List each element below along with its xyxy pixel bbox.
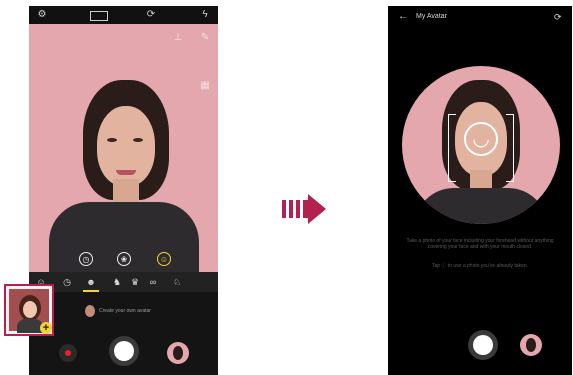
avatar-icon[interactable]: ☻	[85, 276, 97, 288]
next-step-arrow-icon	[282, 194, 326, 224]
cat-icon[interactable]: ♞	[111, 276, 123, 288]
camera-preview: ⊥ ✎ ▦	[29, 24, 218, 272]
back-arrow-icon[interactable]: ←	[398, 12, 408, 22]
subject-eye	[107, 138, 117, 142]
face-capture-circle: ◡	[402, 66, 560, 224]
face-frame-right	[506, 114, 514, 182]
settings-icon[interactable]: ⚙	[36, 9, 48, 21]
add-icon[interactable]: +	[40, 322, 52, 334]
smiley-icon: ◡	[464, 122, 498, 156]
ratio-icon[interactable]	[90, 11, 108, 21]
avatar-icon	[85, 305, 95, 317]
record-button[interactable]	[59, 344, 77, 362]
smiley-icon[interactable]: ☺	[157, 252, 171, 266]
shutter-button[interactable]	[109, 336, 139, 366]
level-icon[interactable]: ⊥	[172, 32, 184, 44]
subject-mouth	[116, 170, 136, 175]
timer-icon[interactable]: ◷	[61, 276, 73, 288]
switch-camera-icon[interactable]: ⟳	[145, 9, 157, 21]
gallery-thumbnail[interactable]	[520, 334, 542, 356]
create-avatar-row[interactable]: Create your own avatar	[85, 304, 151, 318]
create-avatar-card[interactable]: +	[4, 284, 54, 336]
timer-icon[interactable]: ◷	[79, 252, 93, 266]
page-title: My Avatar	[416, 13, 447, 20]
my-avatar-screen: ← My Avatar ⟳ ◡ Take a photo of your fac…	[388, 6, 572, 375]
dog-icon[interactable]: ♘	[171, 276, 183, 288]
shutter-button[interactable]	[468, 330, 498, 360]
crown-icon[interactable]: ♛	[129, 276, 141, 288]
camera-screen: ⚙ ⟳ ϟ ⊥ ✎ ▦ ◷ ❀ ☺ ☺ ◷ ☻ ♞ ♛ ∞ ♘ Create y…	[29, 6, 218, 375]
bottom-panel: Create your own avatar	[29, 292, 218, 375]
sticker-bar: ☺ ◷ ☻ ♞ ♛ ∞ ♘	[29, 272, 218, 292]
instruction-text: Tap ⓘ to use a photo you've already take…	[431, 263, 529, 269]
instruction-text: Take a photo of your face including your…	[406, 238, 554, 250]
create-avatar-label: Create your own avatar	[99, 308, 151, 314]
face-frame-left	[448, 114, 456, 182]
header: ← My Avatar ⟳	[388, 6, 572, 28]
grid-icon[interactable]: ▦	[199, 80, 211, 92]
camera-top-bar: ⚙ ⟳ ϟ	[29, 6, 218, 24]
switch-camera-icon[interactable]: ⟳	[554, 12, 564, 22]
edit-icon[interactable]: ✎	[199, 32, 211, 44]
gallery-thumbnail[interactable]	[167, 342, 189, 364]
subject-eye	[133, 138, 143, 142]
flash-off-icon[interactable]: ϟ	[199, 9, 211, 21]
effects-icon[interactable]: ❀	[117, 252, 131, 266]
glasses-icon[interactable]: ∞	[147, 276, 159, 288]
